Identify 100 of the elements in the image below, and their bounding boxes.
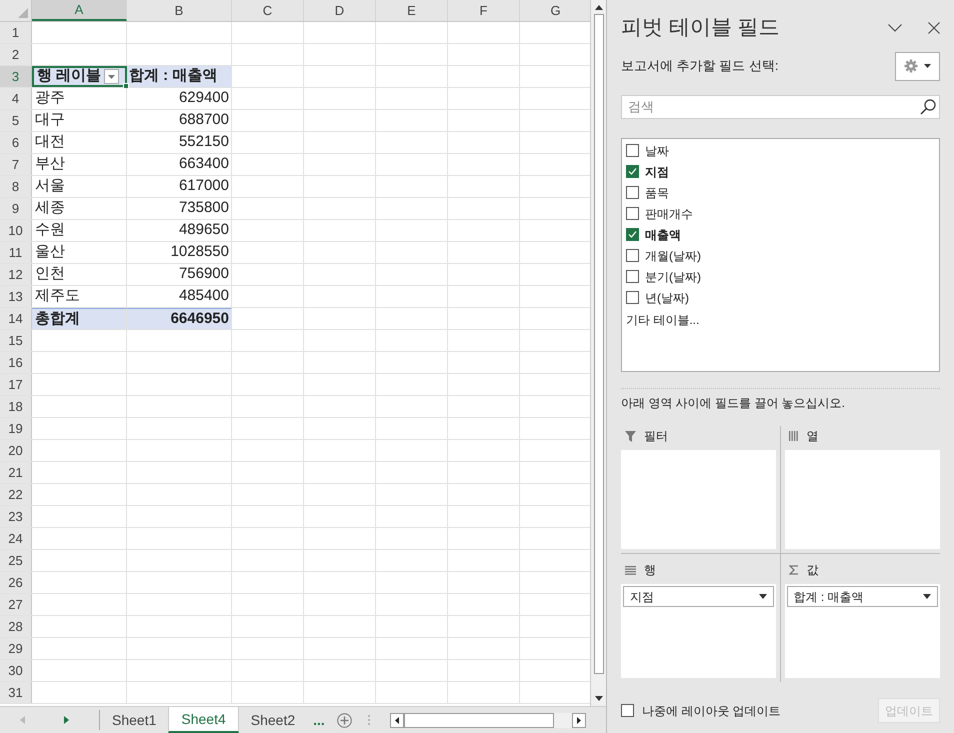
row-header[interactable]: 1 (0, 22, 32, 43)
dropdown-caret-icon[interactable] (923, 594, 931, 599)
row-header[interactable]: 15 (0, 330, 32, 351)
column-header[interactable]: F (448, 0, 520, 21)
area-label: 값 (806, 562, 818, 579)
field-label[interactable]: 년(날짜) (645, 288, 689, 306)
value-cell-text: 629400 (178, 88, 230, 108)
close-icon[interactable] (928, 22, 940, 34)
active-cell[interactable]: 행 레이블 (32, 66, 127, 87)
defer-update-checkbox[interactable] (621, 704, 634, 717)
more-tables-link[interactable]: 기타 테이블... (626, 311, 700, 329)
row-header[interactable]: 3 (0, 66, 32, 87)
area-field-pill[interactable]: 지점 (623, 586, 774, 607)
scroll-right-icon[interactable] (577, 716, 581, 724)
row-label: 광주 (34, 88, 65, 108)
row-header[interactable]: 7 (0, 154, 32, 175)
field-label[interactable]: 분기(날짜) (645, 268, 701, 286)
row-header[interactable]: 25 (0, 550, 32, 571)
search-field[interactable]: 검색 (621, 94, 940, 118)
row-header[interactable]: 12 (0, 264, 32, 285)
column-header[interactable]: C (232, 0, 304, 21)
field-checkbox[interactable] (626, 249, 639, 262)
field-label[interactable]: 개월(날짜) (645, 246, 701, 264)
row-header[interactable]: 24 (0, 528, 32, 549)
row-header[interactable]: 2 (0, 44, 32, 65)
field-label[interactable]: 날짜 (645, 142, 669, 160)
sigma-icon (788, 565, 798, 575)
row-header[interactable]: 8 (0, 176, 32, 197)
row-header[interactable]: 18 (0, 396, 32, 417)
settings-button[interactable] (895, 52, 940, 80)
field-checkbox[interactable] (626, 207, 639, 220)
drop-area[interactable]: 지점 (621, 584, 776, 678)
value-cell-text: 552150 (178, 132, 230, 152)
drop-area[interactable]: 합계 : 매출액 (784, 584, 940, 678)
collapse-icon[interactable] (888, 24, 902, 32)
sheet-tab[interactable]: Sheet2 (238, 707, 308, 733)
row-header[interactable]: 28 (0, 616, 32, 637)
row-header[interactable]: 23 (0, 506, 32, 527)
row-header[interactable]: 13 (0, 286, 32, 307)
area-label: 필터 (644, 428, 668, 445)
row-header[interactable]: 30 (0, 660, 32, 681)
add-sheet-icon[interactable] (336, 712, 352, 728)
value-cell-text: 485400 (178, 286, 230, 306)
column-header[interactable]: A (32, 0, 127, 21)
caret-icon (108, 74, 115, 78)
field-checkbox[interactable] (626, 228, 639, 241)
column-header[interactable]: D (304, 0, 376, 21)
row-header[interactable]: 21 (0, 462, 32, 483)
row-header[interactable]: 4 (0, 88, 32, 109)
row-header[interactable]: 16 (0, 352, 32, 373)
more-tabs[interactable]: ... (307, 710, 331, 730)
value-cell-text: 663400 (178, 154, 230, 174)
row-header[interactable]: 10 (0, 220, 32, 241)
fill-handle[interactable] (123, 83, 129, 89)
field-checkbox[interactable] (626, 186, 639, 199)
row-header[interactable]: 22 (0, 484, 32, 505)
row-header[interactable]: 5 (0, 110, 32, 131)
sum-header: 합계 : 매출액 (128, 66, 218, 86)
field-checkbox[interactable] (626, 270, 639, 283)
field-label[interactable]: 지점 (645, 162, 669, 180)
field-label[interactable]: 판매개수 (645, 204, 693, 222)
row-label: 서울 (34, 176, 65, 196)
filter-dropdown-button[interactable] (104, 69, 119, 84)
field-checkbox[interactable] (626, 291, 639, 304)
gear-icon (904, 59, 918, 73)
row-header[interactable]: 19 (0, 418, 32, 439)
scroll-left-icon[interactable] (394, 716, 399, 724)
row-header[interactable]: 29 (0, 638, 32, 659)
field-checkbox[interactable] (626, 165, 639, 178)
row-label: 울산 (34, 242, 65, 262)
grand-total-value: 6646950 (170, 308, 230, 329)
row-header[interactable]: 27 (0, 594, 32, 615)
column-header[interactable]: E (376, 0, 448, 21)
area-field-pill[interactable]: 합계 : 매출액 (786, 586, 938, 607)
row-header[interactable]: 9 (0, 198, 32, 219)
field-label[interactable]: 품목 (645, 184, 669, 202)
row-label: 인천 (34, 264, 65, 284)
value-cell-text: 688700 (178, 110, 230, 130)
drag-hint: 아래 영역 사이에 필드를 끌어 놓으십시오. (621, 395, 846, 412)
row-header[interactable]: 17 (0, 374, 32, 395)
pane-title: 피벗 테이블 필드 (621, 15, 780, 41)
row-header[interactable]: 31 (0, 682, 32, 703)
vertical-scrollbar[interactable] (590, 0, 606, 706)
field-checkbox[interactable] (626, 144, 639, 157)
dropdown-caret-icon[interactable] (758, 594, 766, 599)
scroll-up-icon[interactable] (594, 5, 602, 10)
scroll-down-icon[interactable] (594, 696, 602, 701)
row-label: 부산 (34, 154, 65, 174)
horizontal-scrollbar[interactable] (390, 712, 586, 728)
row-header[interactable]: 20 (0, 440, 32, 461)
row-header[interactable]: 14 (0, 308, 32, 329)
sheet-tab[interactable]: Sheet4 (168, 707, 239, 733)
row-header[interactable]: 11 (0, 242, 32, 263)
column-header[interactable]: B (127, 0, 232, 21)
row-header[interactable]: 6 (0, 132, 32, 153)
splitter-handle-icon[interactable] (368, 715, 370, 725)
sheet-tab[interactable]: Sheet1 (100, 707, 168, 733)
value-cell-text: 735800 (178, 198, 230, 218)
row-header[interactable]: 26 (0, 572, 32, 593)
field-label[interactable]: 매출액 (645, 226, 681, 244)
